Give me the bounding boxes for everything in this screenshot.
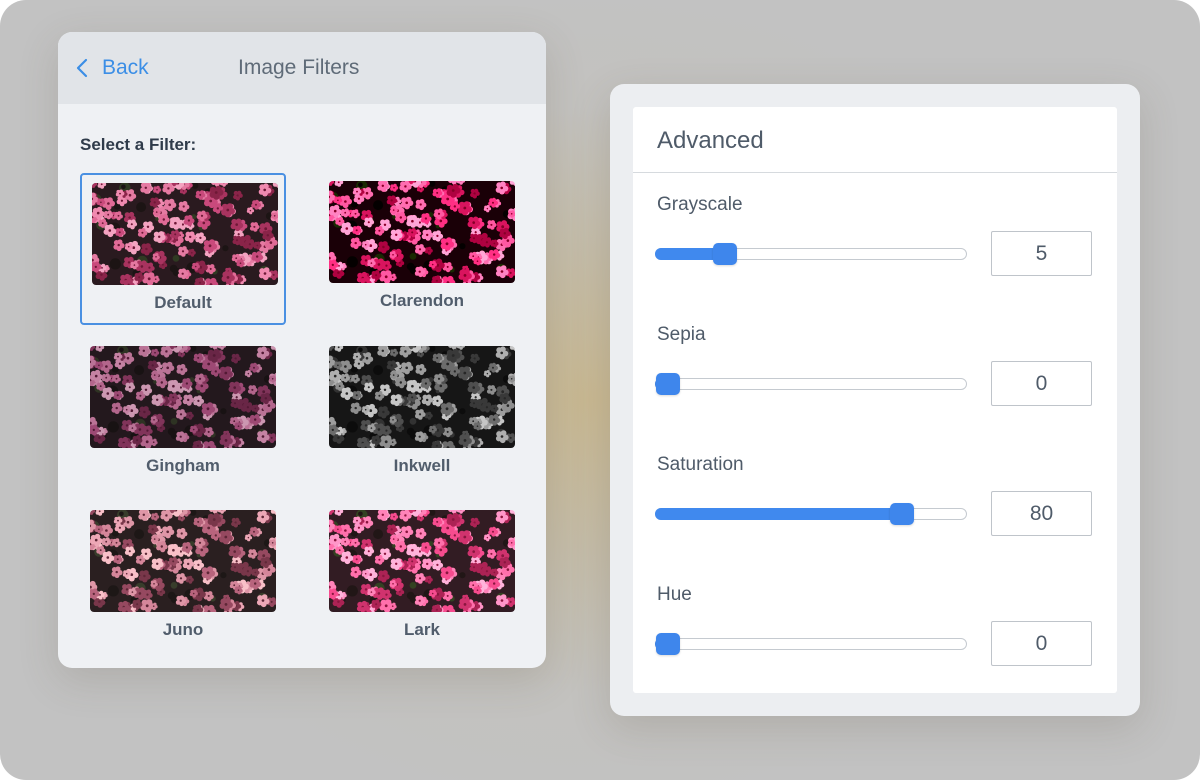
saturation-control: Saturation xyxy=(633,454,1117,564)
filter-card-lark[interactable]: Lark xyxy=(319,502,525,654)
page-title: Image Filters xyxy=(238,56,360,79)
hue-slider[interactable] xyxy=(655,633,967,655)
filter-label: Juno xyxy=(162,620,204,639)
filter-thumbnail xyxy=(329,510,515,612)
filter-thumbnail xyxy=(90,346,276,448)
filter-label: Inkwell xyxy=(393,456,451,475)
filter-card-juno[interactable]: Juno xyxy=(80,502,286,654)
advanced-title: Advanced xyxy=(657,127,764,154)
filter-label: Clarendon xyxy=(379,291,465,310)
grayscale-control: Grayscale xyxy=(633,194,1117,304)
grayscale-slider[interactable] xyxy=(655,243,967,265)
filter-card-inkwell[interactable]: Inkwell xyxy=(319,338,525,490)
sepia-value-input[interactable] xyxy=(991,361,1092,406)
filter-card-clarendon[interactable]: Clarendon xyxy=(319,173,525,325)
panel-header: Back Image Filters xyxy=(58,32,546,104)
grayscale-value-input[interactable] xyxy=(991,231,1092,276)
saturation-value-input[interactable] xyxy=(991,491,1092,536)
slider-fill xyxy=(655,508,901,520)
slider-thumb[interactable] xyxy=(713,243,737,265)
saturation-slider[interactable] xyxy=(655,503,967,525)
filter-card-gingham[interactable]: Gingham xyxy=(80,338,286,490)
chevron-left-icon xyxy=(76,58,88,78)
sepia-control: Sepia xyxy=(633,324,1117,434)
filter-thumbnail xyxy=(329,181,515,283)
hue-value-input[interactable] xyxy=(991,621,1092,666)
slider-thumb[interactable] xyxy=(656,633,680,655)
control-label: Grayscale xyxy=(657,194,743,215)
slider-thumb[interactable] xyxy=(890,503,914,525)
control-label: Sepia xyxy=(657,324,706,345)
select-filter-label: Select a Filter: xyxy=(80,135,197,154)
filter-card-default[interactable]: Default xyxy=(80,173,286,325)
divider xyxy=(633,172,1117,173)
filter-thumbnail xyxy=(329,346,515,448)
sepia-slider[interactable] xyxy=(655,373,967,395)
filter-thumbnail xyxy=(92,183,278,285)
back-label: Back xyxy=(102,56,149,79)
advanced-panel: Advanced Grayscale Sepia Saturati xyxy=(610,84,1140,716)
slider-thumb[interactable] xyxy=(656,373,680,395)
back-button[interactable]: Back xyxy=(76,54,149,82)
filter-label: Lark xyxy=(404,620,440,639)
app-canvas: Back Image Filters Select a Filter: Defa… xyxy=(0,0,1200,780)
filter-label: Default xyxy=(154,293,212,312)
filter-thumbnail xyxy=(90,510,276,612)
hue-control: Hue xyxy=(633,584,1117,694)
control-label: Saturation xyxy=(657,454,744,475)
image-filters-panel: Back Image Filters Select a Filter: Defa… xyxy=(58,32,546,668)
advanced-card: Advanced Grayscale Sepia Saturati xyxy=(633,107,1117,693)
filter-label: Gingham xyxy=(146,456,220,475)
control-label: Hue xyxy=(657,584,692,605)
